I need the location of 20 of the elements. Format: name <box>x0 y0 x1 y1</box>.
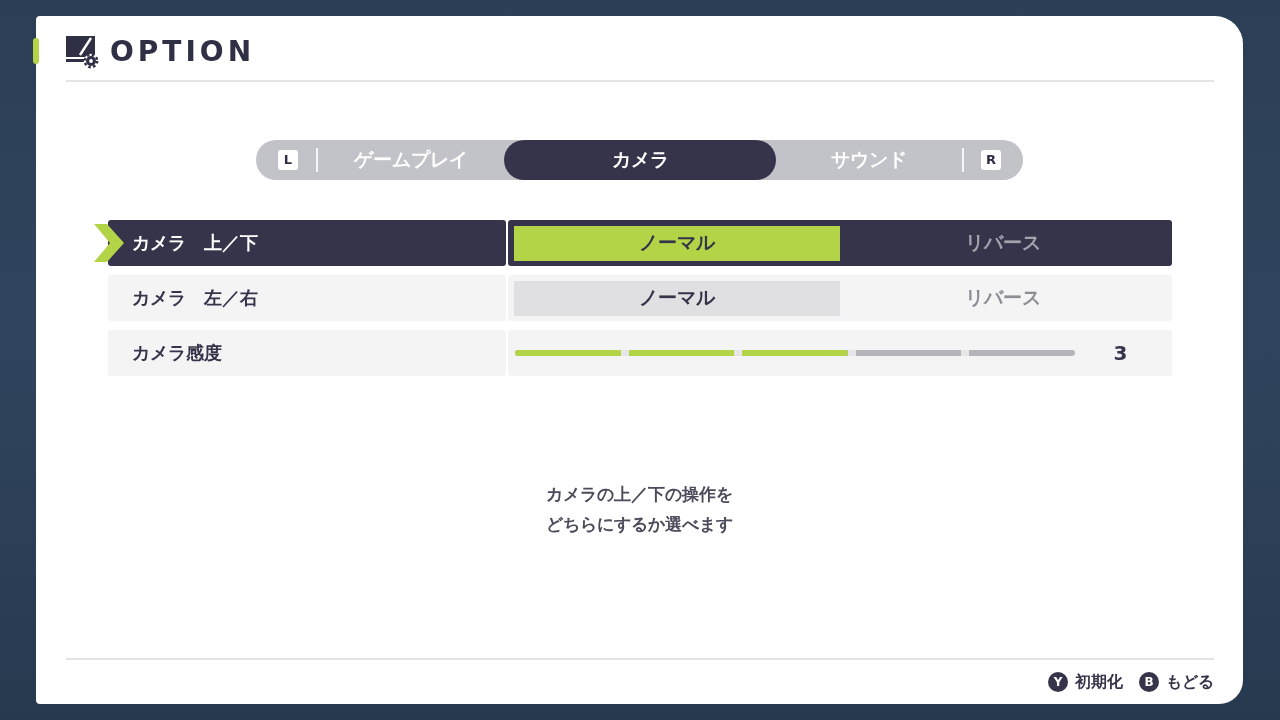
page-title: OPTION <box>110 36 256 68</box>
monitor-gear-icon <box>66 35 99 69</box>
key-hint: B <box>1139 672 1159 692</box>
key-hint[interactable]: L <box>278 150 298 170</box>
setting-label[interactable]: カメラ 左／右 <box>108 275 506 321</box>
option-button[interactable]: リバース <box>840 225 1166 261</box>
setting-label[interactable]: カメラ 上／下 <box>108 220 506 266</box>
key-hint: Y <box>1048 672 1068 692</box>
footer-action-button[interactable]: Y 初期化 <box>1048 671 1123 693</box>
slider-track[interactable] <box>515 350 1075 356</box>
tab[interactable]: カメラ <box>504 140 776 180</box>
key-hint[interactable]: R <box>981 150 1001 170</box>
description-text: カメラの上／下の操作をどちらにするか選べます <box>546 483 733 536</box>
footer-action-button[interactable]: B もどる <box>1139 671 1214 693</box>
accent-bar <box>33 38 39 64</box>
slider-value: 3 <box>1112 341 1129 365</box>
setting-label[interactable]: カメラ感度 <box>108 330 506 376</box>
option-button[interactable]: ノーマル <box>514 280 840 316</box>
option-button[interactable]: ノーマル <box>514 225 840 261</box>
chevron-cursor-icon <box>94 224 124 262</box>
